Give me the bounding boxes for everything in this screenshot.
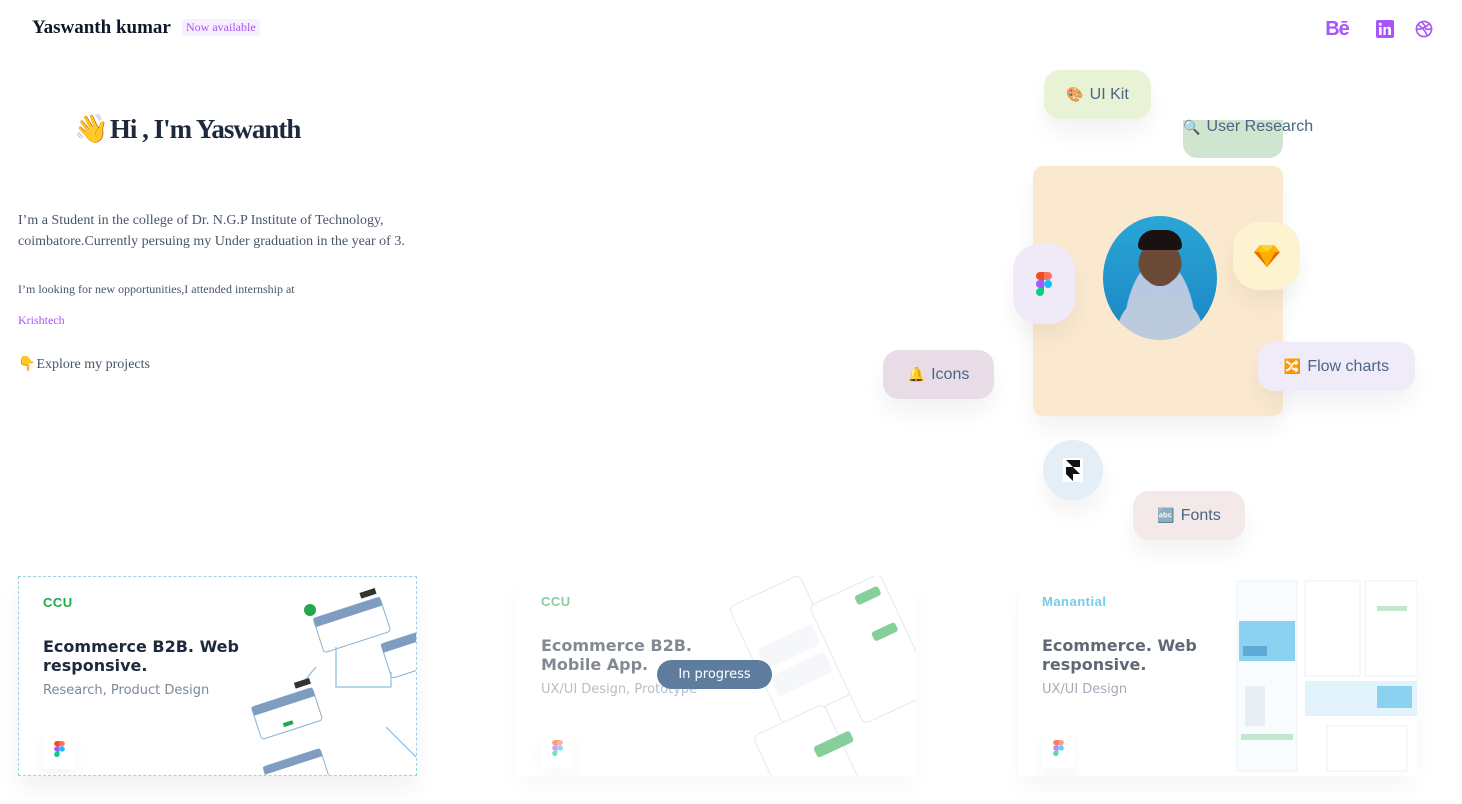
- skill-chip-flow-charts: 🔀 Flow charts: [1258, 342, 1415, 391]
- project-title: Ecommerce. Web responsive.: [1042, 636, 1197, 674]
- magnifier-icon: 🔍: [1183, 118, 1201, 135]
- project-subtitle: UX/UI Design: [1042, 682, 1128, 697]
- figma-icon: [1042, 728, 1074, 768]
- skill-chip-user-research: 🔍 User Research: [1183, 118, 1313, 136]
- project-card-1[interactable]: CCU Ecommerce B2B. Web responsive. Resea…: [18, 576, 417, 776]
- figma-icon: [43, 729, 75, 769]
- skill-chip-fonts: 🔤 Fonts: [1133, 491, 1245, 540]
- company-link[interactable]: Krishtech: [18, 313, 65, 328]
- skill-label: Icons: [931, 365, 970, 383]
- skill-label: Flow charts: [1307, 357, 1390, 375]
- linkedin-icon[interactable]: [1372, 17, 1398, 41]
- flowchart-illustration: [251, 588, 416, 775]
- project-card-3[interactable]: Manantial Ecommerce. Web responsive. UX/…: [1018, 576, 1417, 776]
- availability-badge: Now available: [182, 19, 260, 36]
- figma-icon: [1013, 244, 1075, 324]
- project-brand: CCU: [43, 595, 73, 610]
- hero-title: 👋 Hi , I'm Yaswanth: [74, 112, 302, 146]
- palette-icon: 🎨: [1066, 86, 1084, 102]
- project-title: Ecommerce B2B. Web responsive.: [43, 637, 239, 675]
- project-brand: CCU: [541, 594, 571, 609]
- figma-icon: [541, 728, 573, 768]
- intro-text: I’m a Student in the college of Dr. N.G.…: [18, 213, 405, 249]
- framer-icon: [1043, 440, 1103, 500]
- explore-projects-link[interactable]: 👇 Explore my projects: [18, 356, 150, 373]
- skill-label: Fonts: [1180, 506, 1221, 524]
- skill-chip-icons: 🔔 Icons: [883, 350, 994, 399]
- dribbble-icon[interactable]: [1411, 17, 1437, 41]
- project-brand: Manantial: [1042, 594, 1107, 609]
- bell-icon: 🔔: [907, 366, 926, 382]
- explore-label: Explore my projects: [36, 356, 150, 372]
- website-screens-illustration: [1236, 580, 1417, 772]
- hero-title-text: Hi , I'm Yaswanth: [109, 113, 302, 144]
- skill-label: User Research: [1206, 118, 1314, 135]
- shuffle-icon: 🔀: [1283, 358, 1302, 374]
- abc-icon: 🔤: [1157, 507, 1175, 523]
- waving-hand-icon: 👋: [74, 114, 109, 145]
- avatar: [1103, 216, 1217, 340]
- skill-chip-ui-kit: 🎨 UI Kit: [1044, 70, 1151, 119]
- pointing-down-icon: 👇: [18, 357, 36, 372]
- sketch-icon: [1233, 222, 1300, 290]
- project-subtitle: Research, Product Design: [43, 683, 210, 698]
- behance-icon[interactable]: Bē: [1324, 17, 1350, 41]
- skill-label: UI Kit: [1089, 85, 1129, 103]
- site-name[interactable]: Yaswanth kumar: [32, 17, 171, 39]
- in-progress-badge: In progress: [657, 660, 772, 689]
- opportunity-text: I’m looking for new opportunities,I atte…: [18, 282, 295, 296]
